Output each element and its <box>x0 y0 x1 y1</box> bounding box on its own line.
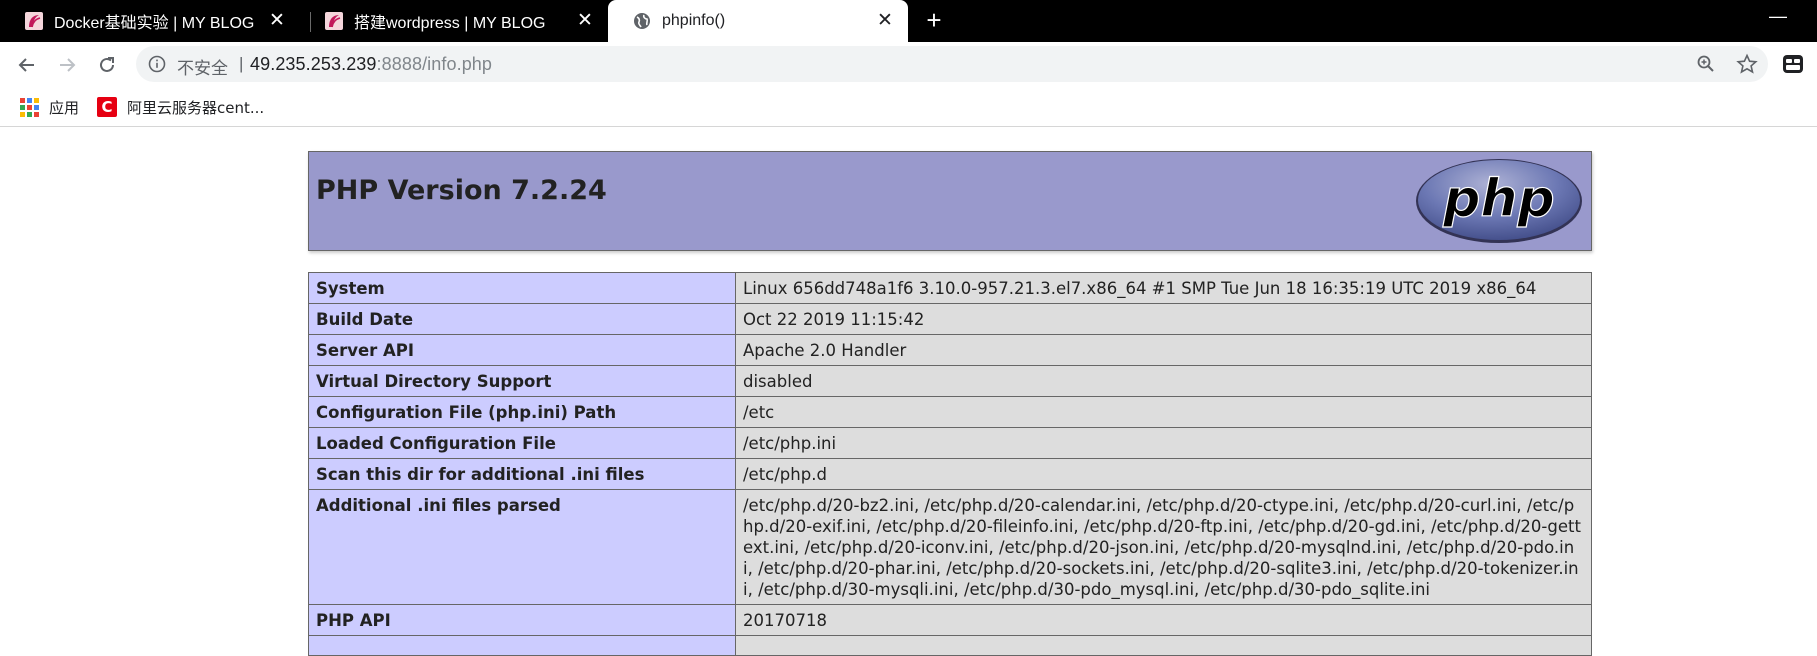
new-tab-button[interactable]: + <box>922 7 946 33</box>
extension-icon[interactable] <box>1782 54 1804 74</box>
bookmarks-bar: 应用 C 阿里云服务器cent... <box>0 87 1817 127</box>
tab-wordpress[interactable]: 搭建wordpress | MY BLOG ✕ <box>300 0 608 42</box>
blog-favicon-icon <box>325 12 343 30</box>
row-value <box>735 635 1592 656</box>
table-row: Scan this dir for additional .ini files /… <box>308 458 1592 490</box>
tab-title: Docker基础实验 | MY BLOG <box>54 15 255 32</box>
row-value: /etc/php.d <box>735 458 1592 490</box>
row-value: disabled <box>735 365 1592 397</box>
row-key: Virtual Directory Support <box>308 365 736 397</box>
php-logo-icon[interactable]: php <box>1414 157 1584 245</box>
url-host: 49.235.253.239 <box>250 54 377 74</box>
c-icon: C <box>97 97 117 117</box>
row-value: Linux 656dd748a1f6 3.10.0-957.21.3.el7.x… <box>735 272 1592 304</box>
star-icon[interactable] <box>1736 53 1758 75</box>
tab-title: 搭建wordpress | MY BLOG <box>354 15 546 32</box>
tab-strip: Docker基础实验 | MY BLOG ✕ 搭建wordpress | MY … <box>0 0 1817 42</box>
table-row: System Linux 656dd748a1f6 3.10.0-957.21.3… <box>308 272 1592 304</box>
php-version-header: PHP Version 7.2.24 php <box>308 151 1592 251</box>
reload-icon <box>100 57 114 72</box>
page-content: PHP Version 7.2.24 php System Linux 656dd… <box>0 128 1817 656</box>
row-value: /etc <box>735 396 1592 428</box>
arrow-right-icon <box>60 58 76 72</box>
tab-title: phpinfo() <box>662 12 726 29</box>
minimize-button[interactable]: — <box>1769 6 1787 27</box>
row-value: Oct 22 2019 11:15:42 <box>735 303 1592 335</box>
security-separator: | <box>239 54 244 73</box>
table-row: Loaded Configuration File/etc/php.ini <box>308 427 1592 459</box>
row-key: PHP API <box>308 604 736 636</box>
php-logo-text: php <box>1442 169 1554 229</box>
php-version-title: PHP Version 7.2.24 <box>316 175 607 206</box>
info-icon[interactable] <box>148 55 166 73</box>
browser-toolbar: 不安全 | 49.235.253.239:8888/info.php <box>0 42 1817 87</box>
row-key: Scan this dir for additional .ini files <box>308 458 736 490</box>
tab-phpinfo[interactable]: phpinfo() ✕ <box>608 0 908 42</box>
reload-button[interactable] <box>94 52 120 78</box>
bookmark-label: 阿里云服务器cent... <box>127 98 265 117</box>
url-path: :8888/info.php <box>376 54 493 74</box>
table-row: Build Date Oct 22 2019 11:15:42 <box>308 303 1592 335</box>
forward-button[interactable] <box>54 52 80 78</box>
bookmark-aliyun[interactable]: C 阿里云服务器cent... <box>97 95 264 119</box>
row-value: Apache 2.0 Handler <box>735 334 1592 366</box>
close-icon[interactable]: ✕ <box>268 11 286 30</box>
security-label[interactable]: 不安全 <box>177 54 228 79</box>
row-key: Build Date <box>308 303 736 335</box>
close-icon[interactable]: ✕ <box>576 11 594 30</box>
back-button[interactable] <box>14 52 40 78</box>
table-row: Virtual Directory Support disabled <box>308 365 1592 397</box>
row-value: 20170718 <box>735 604 1592 636</box>
close-icon[interactable]: ✕ <box>876 11 894 30</box>
url-text[interactable]: 49.235.253.239:8888/info.php <box>250 54 492 75</box>
table-row: Additional .ini files parsed/etc/php.d/2… <box>308 489 1592 605</box>
table-row: PHP API 20170718 <box>308 604 1592 636</box>
phpinfo-table: System Linux 656dd748a1f6 3.10.0-957.21.3… <box>308 272 1592 656</box>
blog-favicon-icon <box>25 12 43 30</box>
bookmark-apps[interactable]: 应用 <box>20 95 79 119</box>
table-row: Configuration File (php.ini) Path/etc <box>308 396 1592 428</box>
arrow-left-icon <box>18 58 34 72</box>
globe-icon <box>634 13 650 29</box>
row-key: Additional .ini files parsed <box>308 489 736 605</box>
row-value: /etc/php.ini <box>735 427 1592 459</box>
table-row: Server API Apache 2.0 Handler <box>308 334 1592 366</box>
address-bar[interactable]: 不安全 | 49.235.253.239:8888/info.php <box>136 46 1768 82</box>
tab-docker[interactable]: Docker基础实验 | MY BLOG ✕ <box>0 0 300 42</box>
zoom-icon[interactable] <box>1696 54 1716 74</box>
row-key: Configuration File (php.ini) Path <box>308 396 736 428</box>
row-key: Server API <box>308 334 736 366</box>
bookmark-label: 应用 <box>49 98 80 117</box>
table-row <box>308 635 1592 656</box>
row-key: Loaded Configuration File <box>308 427 736 459</box>
apps-grid-icon <box>20 97 39 117</box>
row-key <box>308 635 736 656</box>
row-value: /etc/php.d/20-bz2.ini, /etc/php.d/20-cal… <box>735 489 1592 605</box>
row-key: System <box>308 272 736 304</box>
